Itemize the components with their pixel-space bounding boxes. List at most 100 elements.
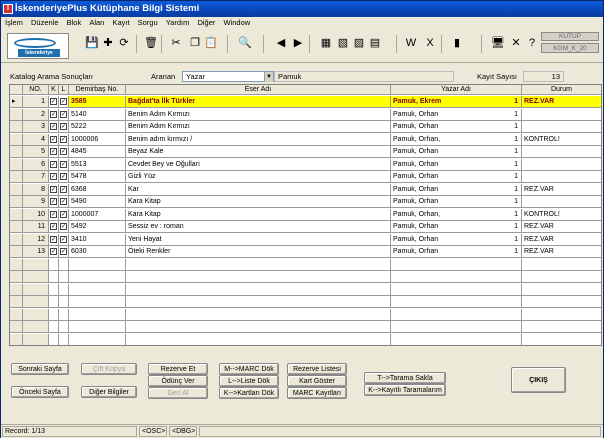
l-checkbox[interactable]: ✓ bbox=[60, 198, 67, 205]
cell-k[interactable]: ✓ bbox=[49, 171, 59, 183]
cell-no[interactable]: 10 bbox=[23, 208, 49, 221]
cell-no[interactable]: 3 bbox=[23, 121, 49, 133]
cell-l[interactable]: ✓ bbox=[59, 246, 69, 258]
cell-k[interactable]: ✓ bbox=[49, 208, 59, 221]
cell-dem[interactable]: 3410 bbox=[69, 233, 126, 246]
tools-icon[interactable]: ✕ bbox=[508, 35, 524, 51]
cell-no[interactable] bbox=[23, 333, 49, 345]
cell-yazar[interactable]: Pamuk, Ekrem 1 bbox=[391, 96, 522, 108]
cell-eser[interactable]: Beyaz Kale bbox=[126, 146, 391, 158]
doc4-icon[interactable]: ▤ bbox=[367, 35, 383, 51]
l-checkbox[interactable]: ✓ bbox=[60, 148, 67, 155]
cell-k[interactable]: ✓ bbox=[49, 146, 59, 158]
cell-k[interactable] bbox=[49, 296, 59, 308]
l-checkbox[interactable]: ✓ bbox=[60, 210, 67, 218]
k-checkbox[interactable]: ✓ bbox=[50, 223, 57, 230]
save-icon[interactable]: 💾 bbox=[84, 35, 100, 51]
menu-window[interactable]: Window bbox=[223, 18, 250, 27]
k-checkbox[interactable]: ✓ bbox=[50, 110, 57, 118]
cell-l[interactable] bbox=[59, 283, 69, 296]
cell-dem[interactable]: 5513 bbox=[69, 158, 126, 171]
cell-durum[interactable]: KONTROL! bbox=[522, 209, 601, 221]
cell-yazar[interactable]: Pamuk, Orhan 1 bbox=[391, 221, 522, 233]
cut-icon[interactable]: ✂ bbox=[168, 35, 184, 51]
cell-no[interactable]: 7 bbox=[23, 171, 49, 183]
cell-k[interactable]: ✓ bbox=[49, 246, 59, 258]
cell-durum[interactable]: REZ.VAR bbox=[522, 96, 601, 108]
cell-no[interactable]: 5 bbox=[23, 146, 49, 158]
l-checkbox[interactable]: ✓ bbox=[60, 160, 67, 168]
cell-dem[interactable]: 4845 bbox=[69, 146, 126, 158]
search-field-select[interactable]: Yazar ▼ bbox=[182, 71, 274, 82]
k-checkbox[interactable]: ✓ bbox=[50, 185, 57, 193]
cell-dem[interactable]: 1000007 bbox=[69, 208, 126, 221]
cell-k[interactable]: ✓ bbox=[49, 108, 59, 121]
cell-dem[interactable]: 5492 bbox=[69, 221, 126, 233]
cell-dem[interactable]: 5478 bbox=[69, 171, 126, 183]
search-icon[interactable]: 🔍 bbox=[237, 35, 253, 51]
help-icon[interactable]: ? bbox=[524, 35, 540, 51]
cell-eser[interactable] bbox=[126, 283, 391, 296]
cell-no[interactable] bbox=[23, 283, 49, 296]
cell-no[interactable]: 6 bbox=[23, 158, 49, 171]
cell-durum[interactable] bbox=[522, 171, 601, 183]
cell-yazar[interactable] bbox=[391, 333, 522, 345]
add-icon[interactable]: ✚ bbox=[100, 35, 116, 51]
cell-dem[interactable]: 6030 bbox=[69, 246, 126, 258]
l-checkbox[interactable]: ✓ bbox=[60, 235, 67, 243]
cell-durum[interactable]: REZ.VAR bbox=[522, 184, 601, 196]
menu-diger[interactable]: Diğer bbox=[197, 18, 215, 27]
cell-eser[interactable]: Benim Adım Kırmızı bbox=[126, 108, 391, 121]
cell-k[interactable]: ✓ bbox=[49, 221, 59, 233]
cell-k[interactable]: ✓ bbox=[49, 121, 59, 133]
cell-k[interactable] bbox=[49, 258, 59, 271]
k-checkbox[interactable]: ✓ bbox=[50, 235, 57, 243]
refresh-icon[interactable]: ⟳ bbox=[116, 35, 132, 51]
next-page-button[interactable]: Sonraki Sayfa bbox=[11, 363, 69, 375]
cell-l[interactable] bbox=[59, 333, 69, 345]
duplicate-copy-button[interactable]: Çift Kopya bbox=[81, 363, 137, 375]
cell-yazar[interactable]: Pamuk, Orhan 1 bbox=[391, 158, 522, 171]
cell-no[interactable]: 12 bbox=[23, 233, 49, 246]
cell-yazar[interactable]: Pamuk, Orhan 1 bbox=[391, 196, 522, 208]
other-info-button[interactable]: Diğer Bilgiler bbox=[81, 386, 137, 398]
copy-icon[interactable]: ❐ bbox=[187, 35, 203, 51]
show-card-button[interactable]: Kart Göster bbox=[287, 375, 347, 387]
cell-no[interactable]: 13 bbox=[23, 246, 49, 258]
cell-l[interactable] bbox=[59, 271, 69, 283]
cell-eser[interactable] bbox=[126, 321, 391, 333]
cell-yazar[interactable]: Pamuk, Orhan 1 bbox=[391, 183, 522, 196]
k-checkbox[interactable]: ✓ bbox=[50, 210, 57, 218]
cell-no[interactable]: 8 bbox=[23, 183, 49, 196]
return-button[interactable]: Geri Al bbox=[148, 387, 208, 399]
l-checkbox[interactable]: ✓ bbox=[60, 123, 67, 130]
cell-eser[interactable]: Kar bbox=[126, 183, 391, 196]
cell-yazar[interactable]: Pamuk, Orhan 1 bbox=[391, 233, 522, 246]
cell-l[interactable] bbox=[59, 321, 69, 333]
cell-l[interactable]: ✓ bbox=[59, 183, 69, 196]
menu-alan[interactable]: Alan bbox=[89, 18, 104, 27]
cell-eser[interactable]: Sessiz ev : roman bbox=[126, 221, 391, 233]
prev-icon[interactable]: ◀ bbox=[273, 35, 289, 51]
cell-k[interactable] bbox=[49, 321, 59, 333]
cell-yazar[interactable] bbox=[391, 271, 522, 283]
search-value-input[interactable]: Pamuk bbox=[274, 71, 454, 82]
cell-eser[interactable]: Gizli Yüz bbox=[126, 171, 391, 183]
cell-durum[interactable]: REZ.VAR bbox=[522, 221, 601, 233]
cell-dem[interactable] bbox=[69, 296, 126, 308]
cell-no[interactable] bbox=[23, 296, 49, 308]
save-scan-button[interactable]: T-->Tarama Sakla bbox=[364, 372, 446, 384]
cell-l[interactable]: ✓ bbox=[59, 108, 69, 121]
cell-no[interactable]: 1 bbox=[23, 96, 49, 108]
cell-durum[interactable] bbox=[522, 284, 601, 296]
cell-eser[interactable]: Yeni Hayat bbox=[126, 233, 391, 246]
cell-k[interactable] bbox=[49, 283, 59, 296]
cell-eser[interactable]: Cevdet Bey ve Oğulları bbox=[126, 158, 391, 171]
k-checkbox[interactable]: ✓ bbox=[50, 198, 57, 205]
cell-dem[interactable] bbox=[69, 321, 126, 333]
cell-eser[interactable] bbox=[126, 333, 391, 345]
cell-l[interactable]: ✓ bbox=[59, 171, 69, 183]
menu-islem[interactable]: İşlem bbox=[5, 18, 23, 27]
cell-k[interactable]: ✓ bbox=[49, 196, 59, 208]
marc-export-button[interactable]: M-->MARC Dök bbox=[219, 363, 279, 375]
